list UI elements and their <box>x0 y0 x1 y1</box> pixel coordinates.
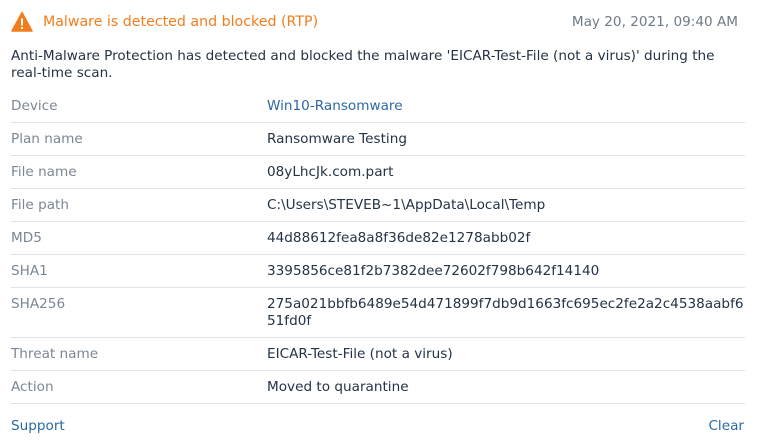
detail-label: MD5 <box>11 230 42 246</box>
detail-label: File name <box>11 164 77 180</box>
detail-label: SHA1 <box>11 263 48 279</box>
detail-value: 3395856ce81f2b7382dee72602f798b642f14140 <box>267 263 600 279</box>
warning-triangle-icon <box>11 11 33 33</box>
detail-label: File path <box>11 197 69 213</box>
detail-row-action: Action Moved to quarantine <box>11 371 745 404</box>
detail-row-sha256: SHA256 275a021bbfb6489e54d471899f7db9d16… <box>11 288 745 338</box>
detail-value: EICAR-Test-File (not a virus) <box>267 346 453 362</box>
detail-row-device: Device Win10-Ransomware <box>11 90 745 123</box>
detail-value: 08yLhcJk.com.part <box>267 164 394 180</box>
detail-value: 275a021bbfb6489e54d471899f7db9d1663fc695… <box>267 296 744 329</box>
clear-button[interactable]: Clear <box>708 418 744 434</box>
detail-label: Threat name <box>11 346 99 362</box>
detail-row-file-path: File path C:\Users\STEVEB~1\AppData\Loca… <box>11 189 745 222</box>
detail-label: SHA256 <box>11 296 66 312</box>
detail-row-md5: MD5 44d88612fea8a8f36de82e1278abb02f <box>11 222 745 255</box>
alert-title: Malware is detected and blocked (RTP) <box>43 14 319 30</box>
detail-row-sha1: SHA1 3395856ce81f2b7382dee72602f798b642f… <box>11 255 745 288</box>
detail-row-plan-name: Plan name Ransomware Testing <box>11 123 745 156</box>
detail-label: Device <box>11 98 58 114</box>
device-link[interactable]: Win10-Ransomware <box>267 90 745 122</box>
detail-value: Moved to quarantine <box>267 379 409 395</box>
alert-header: Malware is detected and blocked (RTP) Ma… <box>11 10 738 34</box>
detail-value: C:\Users\STEVEB~1\AppData\Local\Temp <box>267 197 546 213</box>
detail-row-file-name: File name 08yLhcJk.com.part <box>11 156 745 189</box>
alert-details-panel: Malware is detected and blocked (RTP) Ma… <box>0 0 758 448</box>
alert-description: Anti-Malware Protection has detected and… <box>11 48 715 81</box>
detail-value: Ransomware Testing <box>267 131 407 147</box>
support-link[interactable]: Support <box>11 418 65 434</box>
detail-label: Action <box>11 379 54 395</box>
detail-row-threat-name: Threat name EICAR-Test-File (not a virus… <box>11 338 745 371</box>
detail-value: 44d88612fea8a8f36de82e1278abb02f <box>267 230 531 246</box>
detail-label: Plan name <box>11 131 83 147</box>
details-table: Device Win10-Ransomware Plan name Ransom… <box>11 90 745 404</box>
alert-footer: Support Clear <box>11 418 744 434</box>
alert-timestamp: May 20, 2021, 09:40 AM <box>571 14 738 30</box>
